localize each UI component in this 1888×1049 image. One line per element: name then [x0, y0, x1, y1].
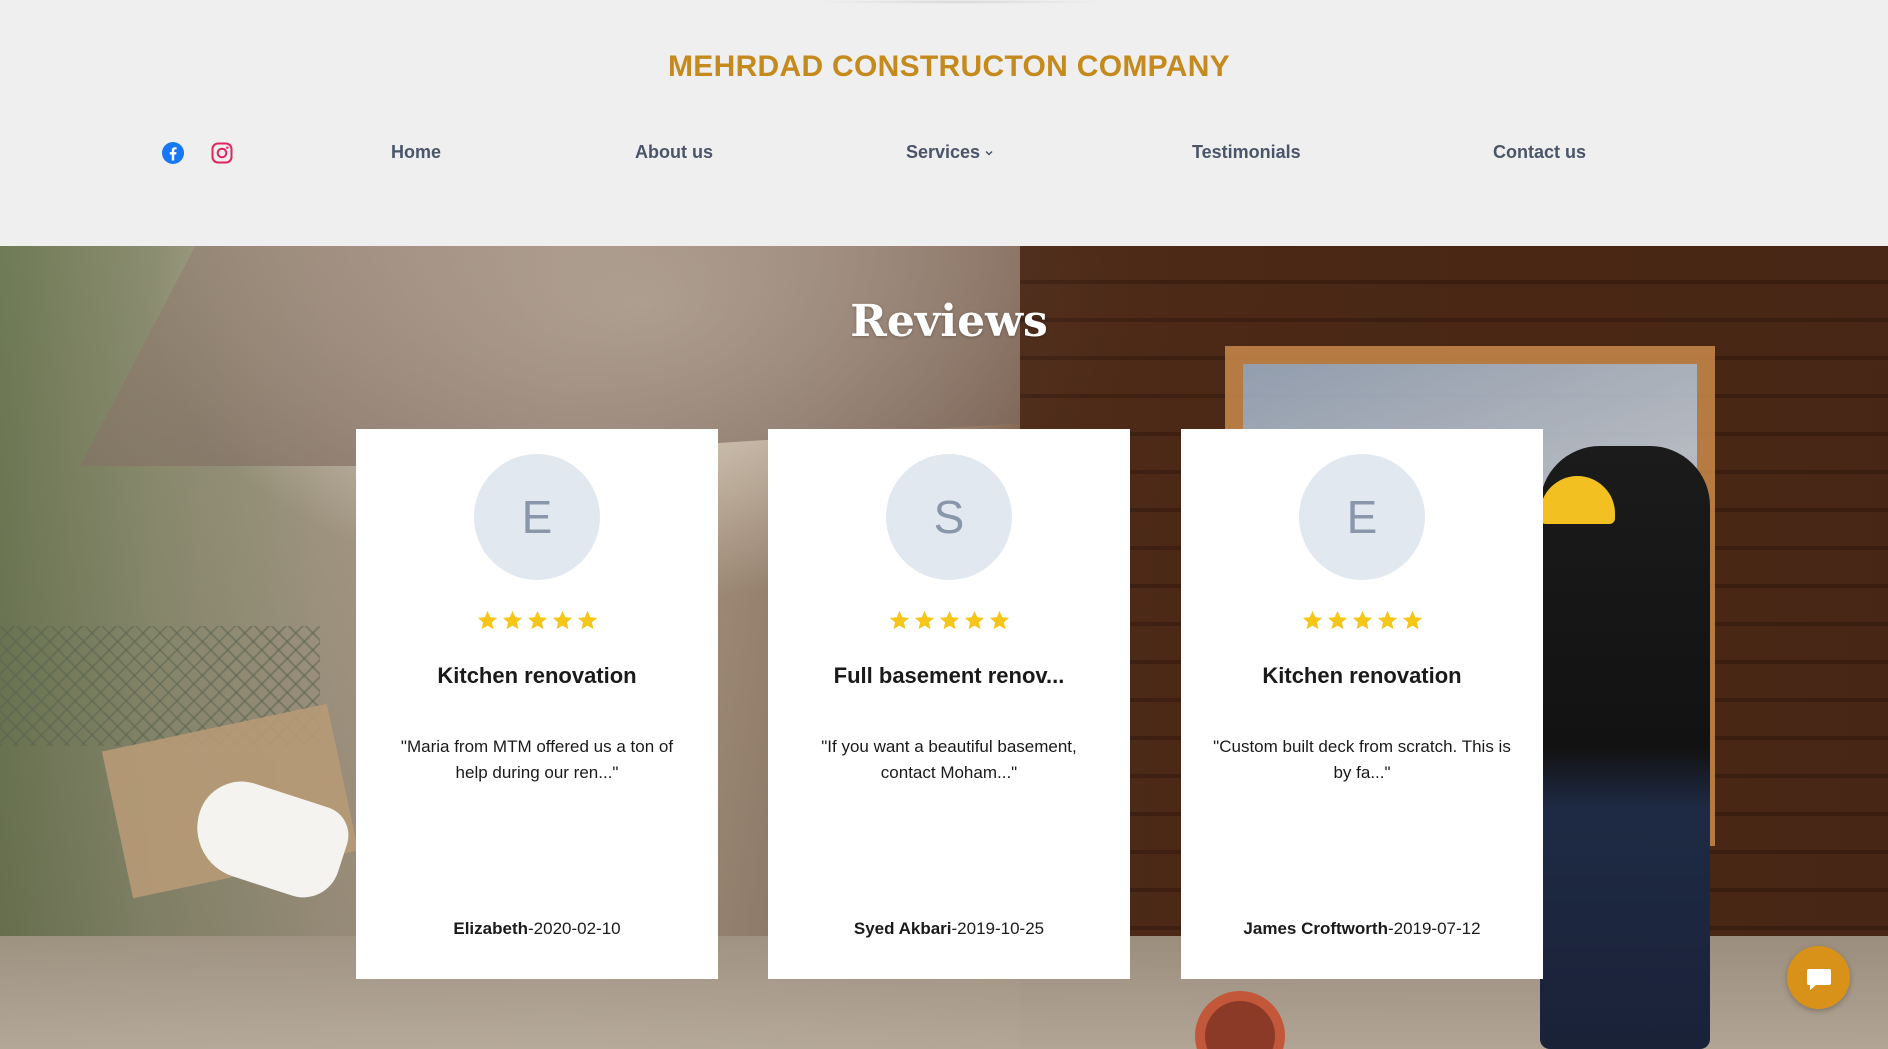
reviews-section: Reviews E Kitchen renovation "Maria from… [0, 246, 1888, 1049]
avatar: E [1299, 454, 1425, 580]
star-icon [1302, 610, 1322, 630]
chevron-down-icon [985, 150, 993, 156]
review-meta: James Croftworth-2019-07-12 [1181, 919, 1543, 939]
star-rating [1181, 609, 1543, 632]
star-icon [577, 610, 597, 630]
star-icon [939, 610, 959, 630]
chat-icon [1806, 968, 1831, 990]
review-date: -2020-02-10 [528, 919, 621, 938]
review-meta: Elizabeth-2020-02-10 [356, 919, 718, 939]
star-icon [1352, 610, 1372, 630]
star-rating [768, 609, 1130, 632]
review-text: "Maria from MTM offered us a ton of help… [400, 737, 674, 782]
review-author: Syed Akbari [853, 919, 952, 938]
nav-services[interactable]: Services [906, 142, 994, 163]
review-title: Kitchen renovation [1262, 663, 1462, 688]
review-card[interactable]: E Kitchen renovation "Maria from MTM off… [356, 429, 718, 979]
star-icon [964, 610, 984, 630]
nav-testimonials[interactable]: Testimonials [1192, 142, 1301, 163]
review-card[interactable]: S Full basement renov... "If you want a … [768, 429, 1130, 979]
header-decoration [810, 0, 1110, 4]
background-worker [1540, 446, 1710, 1049]
nav-contact[interactable]: Contact us [1493, 142, 1586, 163]
avatar: E [474, 454, 600, 580]
star-icon [502, 610, 522, 630]
reviews-heading: Reviews [850, 296, 1048, 347]
review-meta: Syed Akbari-2019-10-25 [768, 919, 1130, 939]
star-icon [914, 610, 934, 630]
star-icon [1327, 610, 1347, 630]
review-text: "Custom built deck from scratch. This is… [1213, 737, 1511, 782]
star-icon [989, 610, 1009, 630]
review-title: Full basement renov... [833, 663, 1065, 688]
review-title: Kitchen renovation [437, 663, 637, 688]
review-card[interactable]: E Kitchen renovation "Custom built deck … [1181, 429, 1543, 979]
star-icon [1402, 610, 1422, 630]
instagram-icon[interactable] [209, 140, 235, 166]
star-icon [889, 610, 909, 630]
review-text: "If you want a beautiful basement, conta… [821, 737, 1077, 782]
site-header: MEHRDAD CONSTRUCTON COMPANY Home About u… [0, 0, 1888, 246]
nav-services-label: Services [906, 142, 981, 162]
chat-button[interactable] [1787, 946, 1850, 1009]
review-author: Elizabeth [453, 919, 528, 938]
star-icon [477, 610, 497, 630]
star-icon [552, 610, 572, 630]
review-date: -2019-07-12 [1387, 919, 1481, 938]
review-author: James Croftworth [1243, 919, 1388, 938]
star-icon [1377, 610, 1397, 630]
star-icon [527, 610, 547, 630]
facebook-icon[interactable] [160, 140, 186, 166]
nav-home[interactable]: Home [391, 142, 441, 163]
nav-about[interactable]: About us [635, 142, 713, 163]
avatar: S [886, 454, 1012, 580]
review-date: -2019-10-25 [951, 919, 1045, 938]
star-rating [356, 609, 718, 632]
brand-title[interactable]: MEHRDAD CONSTRUCTON COMPANY [0, 50, 1888, 84]
